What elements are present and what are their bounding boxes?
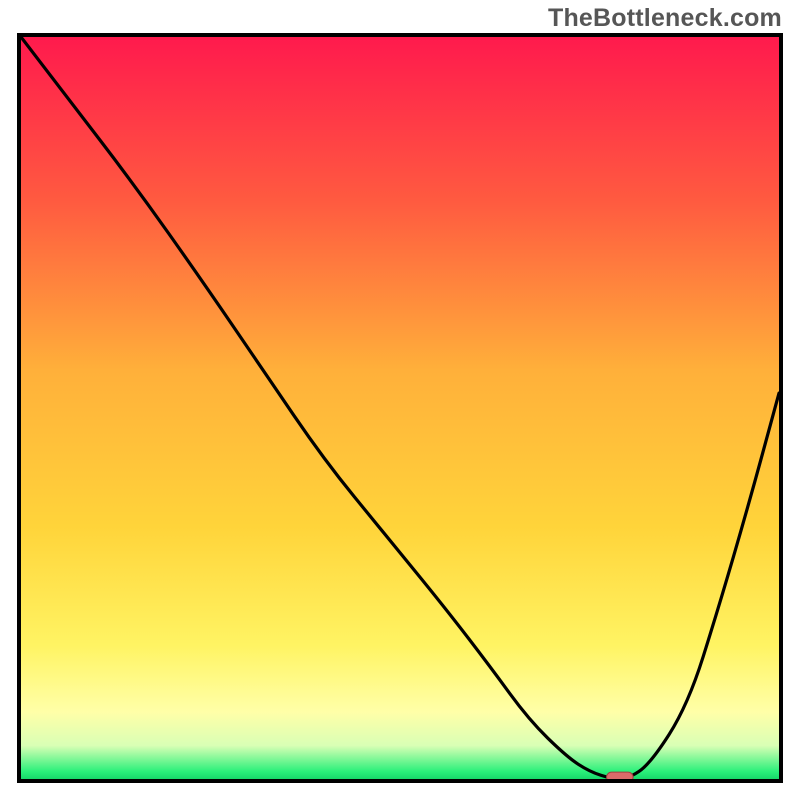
chart-svg (21, 37, 779, 779)
gradient-background (21, 37, 779, 779)
watermark-text: TheBottleneck.com (548, 4, 782, 33)
chart-frame (17, 33, 783, 783)
chart-root: TheBottleneck.com (0, 0, 800, 800)
min-point-marker (607, 772, 634, 779)
